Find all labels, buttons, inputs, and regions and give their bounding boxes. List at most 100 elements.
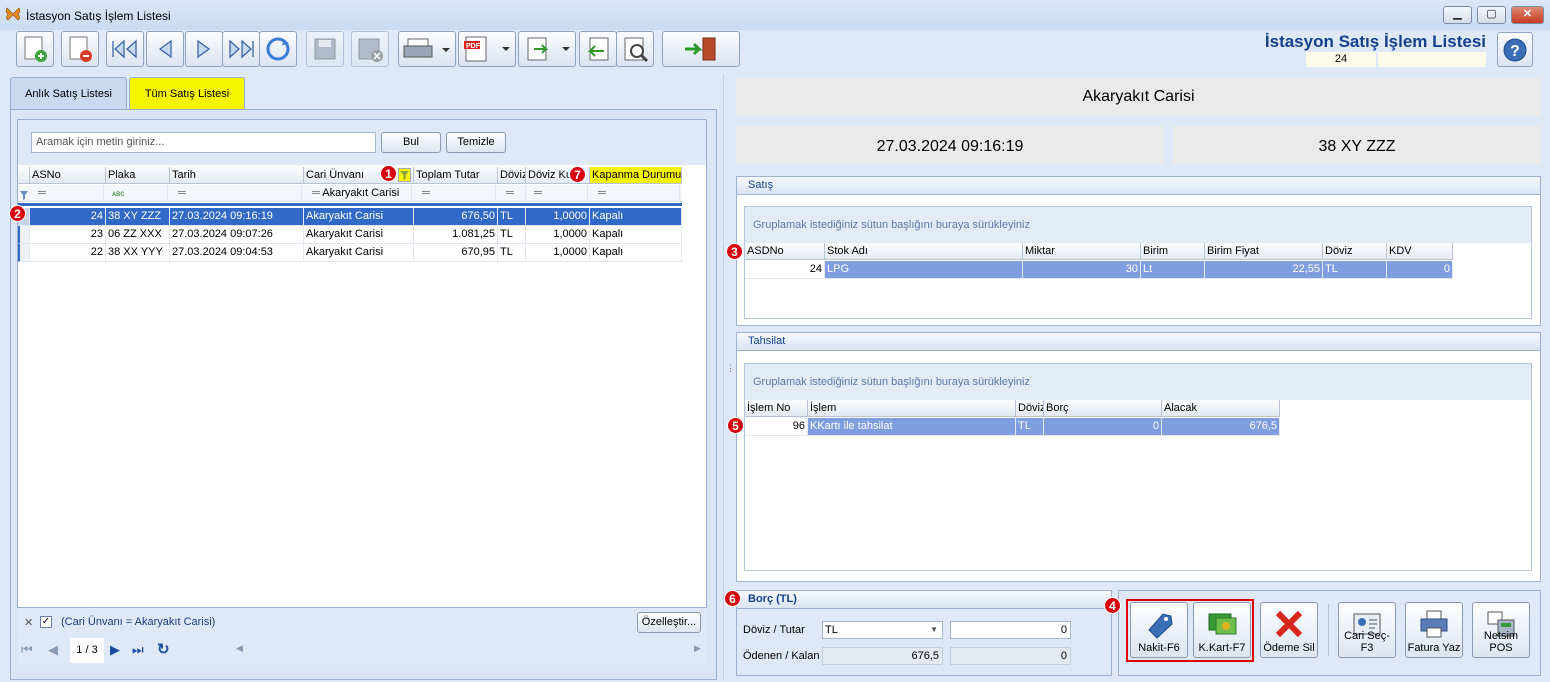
filter-funnel-icon[interactable] [398,168,411,182]
cell-tarih[interactable]: 27.03.2024 09:16:19 [170,208,304,226]
filter-plaka-icon[interactable]: ᴀʙᴄ [108,185,168,202]
nav-next-icon[interactable]: ▶ [110,642,120,658]
delete-button[interactable] [61,31,99,67]
search-input[interactable]: Aramak için metin giriniz... [31,132,376,153]
cell-tarih[interactable]: 27.03.2024 09:07:26 [170,226,304,244]
splitter[interactable] [723,74,727,680]
nav-first-icon[interactable]: ⏮ [21,642,33,658]
filter-durum-icon[interactable]: ═ [594,185,680,202]
cell-cari[interactable]: Akaryakıt Carisi [304,244,414,262]
customize-button[interactable]: Özelleştir... [637,612,701,633]
nav-refresh-icon[interactable]: ↻ [157,640,170,658]
prev-record-button[interactable] [146,31,184,67]
cell-plaka[interactable]: 06 ZZ XXX [106,226,170,244]
cell-alacak[interactable]: 676,5 [1162,418,1280,436]
find-button[interactable]: Bul [381,132,441,153]
hscroll-right-icon[interactable]: ▶ [694,643,701,654]
cell-plaka[interactable]: 38 XY ZZZ [106,208,170,226]
nakit-button[interactable]: Nakit-F6 [1130,602,1188,658]
col-kdv[interactable]: KDV [1387,243,1453,260]
tab-anlik-satis[interactable]: Anlık Satış Listesi [10,77,127,110]
cell-islem[interactable]: KKartı ile tahsilat [808,418,1016,436]
col-kapanma-durumu[interactable]: Kapanma Durumu [590,167,682,184]
kkart-button[interactable]: K.Kart-F7 [1193,602,1251,658]
netsim-pos-button[interactable]: Netsim POS [1472,602,1530,658]
cell-satis-doviz[interactable]: TL [1323,261,1387,279]
cell-asdno[interactable]: 24 [745,261,825,279]
col-islem[interactable]: İşlem [808,400,1016,417]
cell-kdv[interactable]: 0 [1387,261,1453,279]
col-birim[interactable]: Birim [1141,243,1205,260]
cell-tutar[interactable]: 676,50 [414,208,498,226]
import-button[interactable] [579,31,617,67]
clear-button[interactable]: Temizle [446,132,506,153]
last-record-button[interactable] [222,31,260,67]
cell-asno[interactable]: 24 [30,208,106,226]
save-button[interactable] [306,31,344,67]
exit-button[interactable] [662,31,740,67]
help-button[interactable]: ? [1497,32,1533,67]
cell-durum[interactable]: Kapalı [590,244,682,262]
cell-cari[interactable]: Akaryakıt Carisi [304,208,414,226]
cell-doviz[interactable]: TL [498,244,526,262]
filter-cari-value[interactable]: ═ Akaryakıt Carisi [308,185,412,202]
cell-birim[interactable]: Lt [1141,261,1205,279]
col-satis-doviz[interactable]: Döviz [1323,243,1387,260]
cell-kur[interactable]: 1,0000 [526,244,590,262]
col-toplam-tutar[interactable]: Toplam Tutar [414,167,498,184]
hscroll-left-icon[interactable]: ◀ [236,643,243,654]
col-asno[interactable]: ASNo [30,167,106,184]
settings-button[interactable] [616,31,654,67]
col-islem-no[interactable]: İşlem No [745,400,808,417]
cell-borc[interactable]: 0 [1044,418,1162,436]
filter-kur-icon[interactable]: ═ [530,185,588,202]
col-tahsilat-doviz[interactable]: Döviz [1016,400,1044,417]
refresh-button[interactable] [259,31,297,67]
minimize-button[interactable]: ▁ [1443,6,1472,24]
col-asdno[interactable]: ASDNo [745,243,825,260]
cell-asno[interactable]: 23 [30,226,106,244]
filter-asno-icon[interactable]: ═ [34,185,104,202]
cell-plaka[interactable]: 38 XX YYY [106,244,170,262]
odeme-sil-button[interactable]: Ödeme Sil [1260,602,1318,658]
cell-miktar[interactable]: 30 [1023,261,1141,279]
cell-stok[interactable]: LPG [825,261,1023,279]
cell-asno[interactable]: 22 [30,244,106,262]
col-doviz[interactable]: Döviz [498,167,526,184]
fatura-yaz-button[interactable]: Fatura Yaz [1405,602,1463,658]
filter-checkbox[interactable]: ✓ [40,616,52,628]
cari-sec-button[interactable]: Cari Seç-F3 [1338,602,1396,658]
export-menu-button[interactable] [518,31,576,67]
filter-doviz-icon[interactable]: ═ [502,185,526,202]
new-button[interactable] [16,31,54,67]
cell-tutar[interactable]: 670,95 [414,244,498,262]
col-plaka[interactable]: Plaka [106,167,170,184]
cell-tutar[interactable]: 1.081,25 [414,226,498,244]
col-tarih[interactable]: Tarih [170,167,304,184]
cell-tarih[interactable]: 27.03.2024 09:04:53 [170,244,304,262]
doviz-select[interactable]: TL ▼ [822,621,943,639]
nav-prev-icon[interactable]: ◀ [48,642,58,658]
col-borc[interactable]: Borç [1044,400,1162,417]
next-record-button[interactable] [185,31,223,67]
tab-tum-satis[interactable]: Tüm Satış Listesi [129,77,245,111]
cell-durum[interactable]: Kapalı [590,208,682,226]
col-miktar[interactable]: Miktar [1023,243,1141,260]
col-stok-adi[interactable]: Stok Adı [825,243,1023,260]
splitter-grip-icon[interactable]: ⋮ [726,364,735,373]
tutar-field[interactable]: 0 [950,621,1071,639]
col-birim-fiyat[interactable]: Birim Fiyat [1205,243,1323,260]
cell-kur[interactable]: 1,0000 [526,208,590,226]
pdf-menu-button[interactable]: PDF [458,31,516,67]
cell-doviz[interactable]: TL [498,226,526,244]
filter-close-icon[interactable]: ✕ [24,616,33,629]
filter-tutar-icon[interactable]: ═ [418,185,496,202]
cell-cari[interactable]: Akaryakıt Carisi [304,226,414,244]
cell-kur[interactable]: 1,0000 [526,226,590,244]
nav-last-icon[interactable]: ⏭ [132,642,144,658]
cell-fiyat[interactable]: 22,55 [1205,261,1323,279]
first-record-button[interactable] [106,31,144,67]
maximize-button[interactable]: ▢ [1477,6,1506,24]
close-button[interactable]: ✕ [1511,6,1544,24]
cell-doviz[interactable]: TL [498,208,526,226]
